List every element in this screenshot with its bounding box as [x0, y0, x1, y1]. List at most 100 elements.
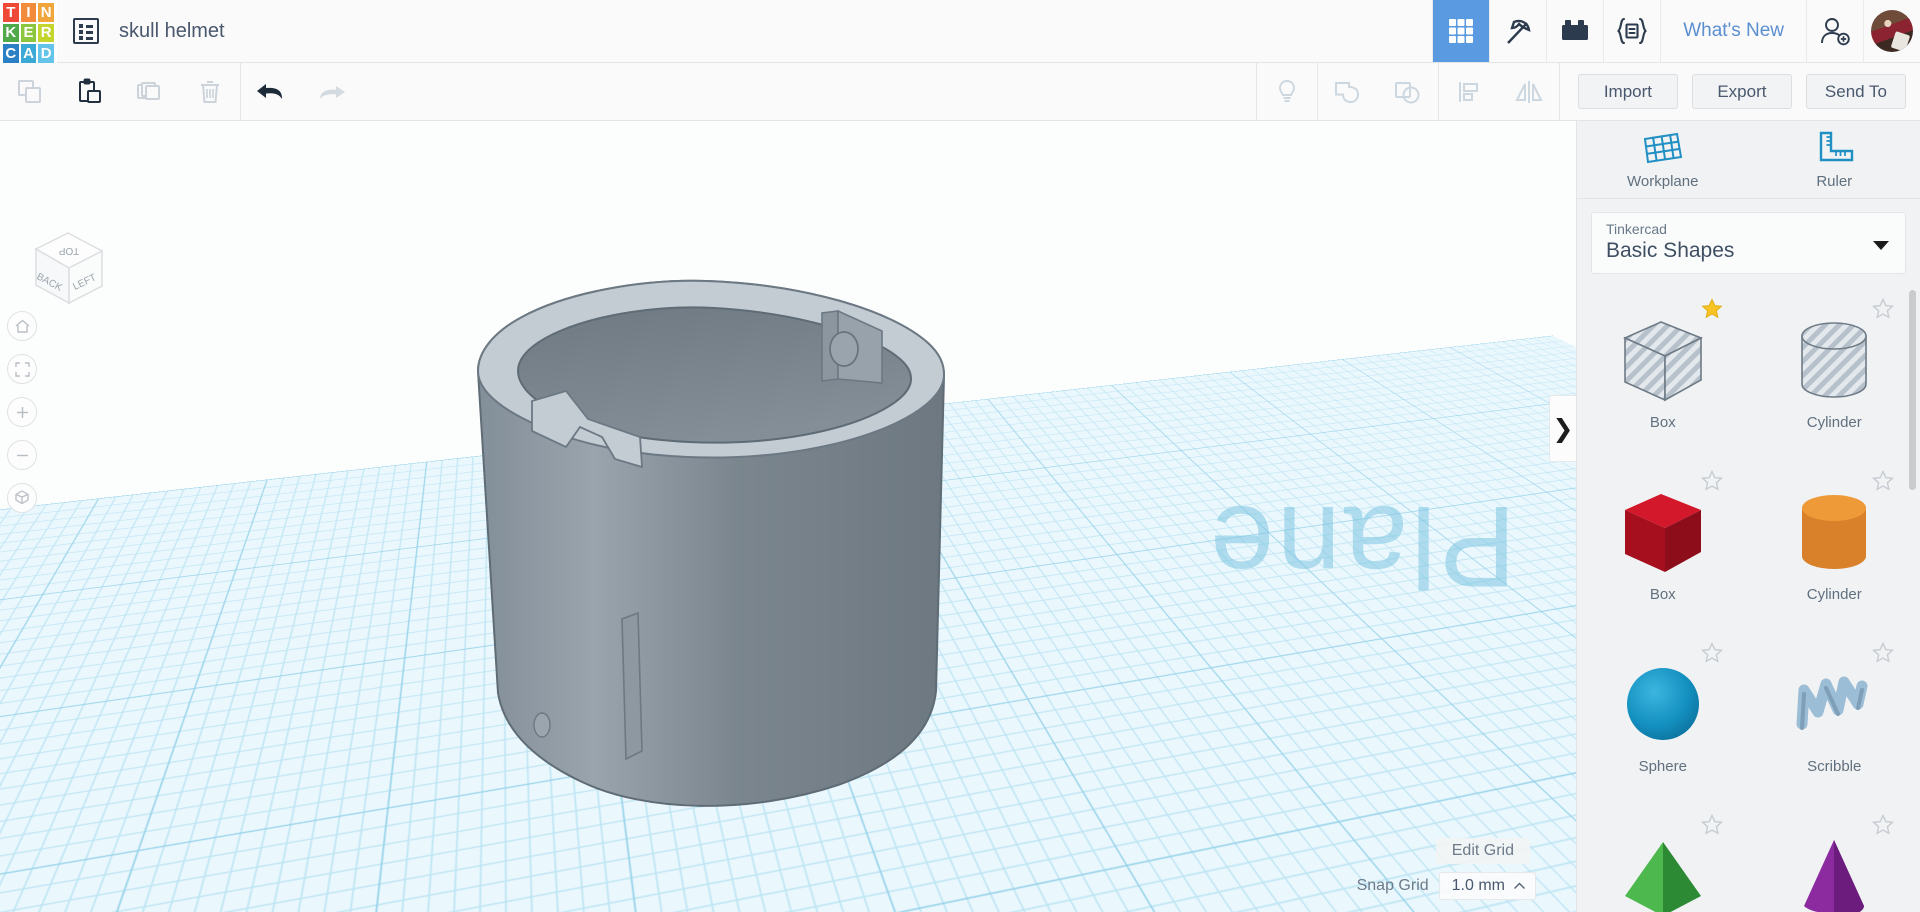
logo-tile-r: R [38, 23, 54, 43]
group-icon [1334, 81, 1359, 103]
whats-new-link[interactable]: What's New [1660, 0, 1806, 62]
favorite-star-icon[interactable] [1872, 641, 1894, 664]
favorite-star-icon[interactable] [1700, 298, 1723, 320]
shape-item-sphere[interactable]: Sphere [1577, 638, 1749, 798]
mode-lego-button[interactable] [1546, 0, 1604, 62]
workplane-icon [1643, 132, 1682, 164]
3d-viewport[interactable]: Plane TOP BACK LEFT Edit Grid Snap Grid … [0, 121, 1576, 912]
shape-label: Box [1649, 585, 1676, 603]
chevron-up-icon [1514, 882, 1525, 889]
view-orientation-cube[interactable]: TOP BACK LEFT [22, 221, 114, 313]
skull-helmet-mesh [476, 279, 946, 807]
perspective-toggle-button[interactable] [7, 483, 37, 513]
zoom-in-button[interactable] [7, 397, 37, 427]
library-owner-label: Tinkercad [1606, 220, 1667, 237]
shape-item-cylinder[interactable]: Cylinder [1749, 466, 1920, 626]
shape-item-pyramid[interactable] [1577, 810, 1749, 912]
scribble-thumbnail [1782, 652, 1886, 756]
favorite-star-icon[interactable] [1700, 813, 1723, 836]
minus-icon [16, 454, 28, 456]
model-3d-object[interactable] [470, 261, 970, 831]
shape-item-box[interactable]: Box [1577, 466, 1749, 626]
redo-arrow-icon [320, 85, 345, 99]
shape-label: Sphere [1638, 757, 1687, 775]
cylinder-thumbnail [1782, 480, 1886, 584]
shapes-scroll-area[interactable]: Box Cylinder Box Cylinder Sphere Scribbl… [1577, 284, 1920, 912]
export-button[interactable]: Export [1691, 74, 1792, 109]
logo-tile-i: I [20, 3, 37, 22]
fit-frame-icon [14, 361, 30, 377]
ungroup-button[interactable] [1378, 63, 1438, 121]
shape-label: Cylinder [1806, 585, 1862, 603]
favorite-star-icon[interactable] [1872, 813, 1894, 836]
logo-tile-n: N [38, 3, 54, 22]
collapse-panel-button[interactable]: ❯ [1549, 395, 1576, 462]
duplicate-button[interactable] [120, 63, 180, 121]
panel-tools-row: Workplane Ruler [1577, 121, 1920, 199]
copy-button[interactable] [0, 63, 60, 121]
workplane-tool[interactable]: Workplane [1577, 121, 1749, 198]
snap-grid-dropdown[interactable]: 1.0 mm [1438, 872, 1536, 900]
delete-button[interactable] [180, 63, 240, 121]
shape-label: Scribble [1807, 757, 1862, 775]
shape-item-scribble[interactable]: Scribble [1749, 638, 1920, 798]
hole-box-thumbnail [1611, 308, 1715, 412]
mode-codeblocks-button[interactable] [1603, 0, 1661, 62]
import-button[interactable]: Import [1577, 74, 1678, 109]
align-icon [1458, 81, 1478, 102]
plus-icon [16, 406, 28, 418]
trash-icon [201, 80, 219, 103]
home-view-button[interactable] [7, 311, 37, 341]
redo-button[interactable] [301, 63, 361, 121]
avatar [1871, 10, 1913, 52]
undo-arrow-icon [257, 83, 283, 99]
edit-grid-button[interactable]: Edit Grid [1435, 838, 1530, 864]
duplicate-icon [137, 81, 160, 100]
box-thumbnail [1611, 480, 1715, 584]
mode-minecraft-button[interactable] [1489, 0, 1547, 62]
shapes-grid: Box Cylinder Box Cylinder Sphere Scribbl… [1577, 294, 1920, 912]
viewcube-icon: TOP BACK LEFT [34, 232, 104, 305]
mirror-icon [1515, 80, 1543, 103]
shape-library-selector[interactable]: Tinkercad Basic Shapes [1591, 211, 1906, 274]
logo-tile-e: E [20, 23, 37, 43]
ruler-tool[interactable]: Ruler [1749, 121, 1920, 198]
workplane-tool-label: Workplane [1627, 172, 1699, 190]
shape-item-cone[interactable] [1749, 810, 1920, 912]
paste-button[interactable] [60, 63, 120, 121]
send-to-button[interactable]: Send To [1805, 74, 1906, 109]
fit-to-view-button[interactable] [7, 354, 37, 384]
tinkercad-logo[interactable]: T I N K E R C A D [0, 0, 57, 63]
cube-ortho-icon [15, 490, 29, 505]
align-button[interactable] [1439, 63, 1499, 121]
zoom-out-button[interactable] [7, 440, 37, 470]
hole-cylinder-thumbnail [1782, 308, 1886, 412]
shape-item-hole-box[interactable]: Box [1577, 294, 1749, 454]
documents-button[interactable] [57, 0, 115, 62]
grid-3d-icon [1449, 19, 1474, 43]
snap-grid-controls: Snap Grid 1.0 mm [1357, 872, 1536, 900]
favorite-star-icon[interactable] [1872, 469, 1894, 492]
favorite-star-icon[interactable] [1872, 297, 1894, 320]
edit-toolbar: Import Export Send To [0, 62, 1920, 121]
snap-grid-label: Snap Grid [1356, 877, 1429, 894]
library-name-label: Basic Shapes [1606, 238, 1735, 262]
user-account-button[interactable] [1863, 0, 1920, 62]
favorite-star-icon[interactable] [1700, 469, 1723, 492]
group-button[interactable] [1318, 63, 1378, 121]
invite-people-button[interactable] [1806, 0, 1863, 62]
snap-grid-value: 1.0 mm [1451, 877, 1505, 894]
mode-3d-design-button[interactable] [1432, 0, 1490, 62]
viewcube-label-top: TOP [58, 245, 79, 256]
cone-thumbnail [1782, 824, 1886, 912]
design-title[interactable]: skull helmet [115, 0, 1432, 62]
favorite-star-icon[interactable] [1700, 641, 1723, 664]
undo-button[interactable] [241, 63, 301, 121]
lightbulb-button[interactable] [1257, 63, 1317, 121]
shape-item-hole-cylinder[interactable]: Cylinder [1749, 294, 1920, 454]
mirror-button[interactable] [1499, 63, 1559, 121]
logo-tile-a: A [20, 44, 37, 63]
copy-icon [18, 79, 41, 103]
home-icon [15, 319, 29, 333]
list-icon [73, 18, 99, 44]
